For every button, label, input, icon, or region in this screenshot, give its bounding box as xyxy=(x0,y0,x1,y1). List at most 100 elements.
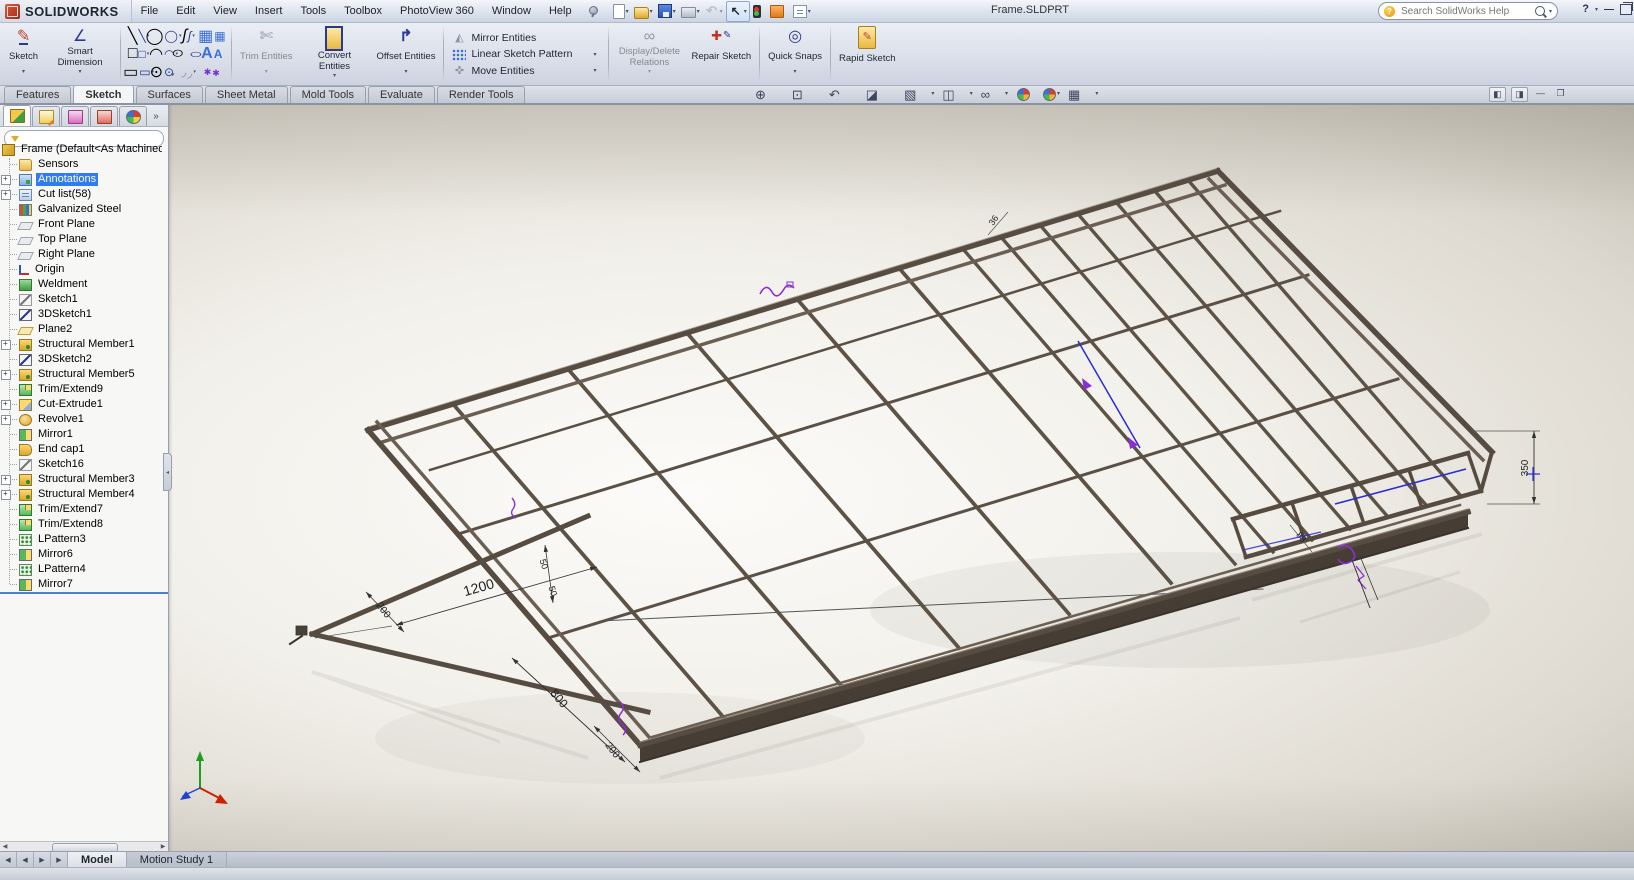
tree-item-mirror1[interactable]: Mirror1 xyxy=(0,427,162,442)
tab-features[interactable]: Features xyxy=(4,86,71,103)
tab-nav-button[interactable]: ◀ xyxy=(0,852,17,868)
slot-tool[interactable]: ▾ xyxy=(126,63,151,81)
new-document-button[interactable]: ▾ xyxy=(611,2,631,21)
tab-surfaces[interactable]: Surfaces xyxy=(136,86,203,103)
point-tool[interactable]: ▾ xyxy=(201,63,226,81)
zoom-to-area-icon[interactable]: ⊡ ▾ xyxy=(792,88,821,101)
sketch-fillet-tool[interactable]: ▾ xyxy=(176,63,201,81)
expand-icon[interactable] xyxy=(1,370,11,380)
panel-tabs-overflow[interactable]: » xyxy=(148,107,164,126)
tree-item-plane2[interactable]: Plane2 xyxy=(0,322,162,337)
tree-item-galvanized-steel[interactable]: Galvanized Steel xyxy=(0,202,162,217)
help-button[interactable]: ? xyxy=(1582,3,1589,15)
file-properties-button[interactable]: ▾ xyxy=(768,2,790,21)
pane-left-icon[interactable]: ◧ xyxy=(1489,87,1506,102)
tree-item-sensors[interactable]: Sensors xyxy=(0,157,162,172)
apply-scene-icon[interactable]: ▾ xyxy=(1042,88,1060,101)
dropdown-caret-icon[interactable]: ▾ xyxy=(673,8,676,15)
tree-item-lpattern3[interactable]: LPattern3 xyxy=(0,532,162,547)
tab-nav-button[interactable]: ▶ xyxy=(51,852,68,868)
rectangle-tool[interactable]: ▾ xyxy=(126,45,151,63)
ellipse-tool[interactable]: ▾ xyxy=(171,45,206,63)
view-settings-icon[interactable]: ▦ ▾ xyxy=(1068,88,1098,101)
dropdown-caret-icon[interactable]: ▾ xyxy=(794,69,797,75)
tree-item-trim-extend7[interactable]: Trim/Extend7 xyxy=(0,502,162,517)
rebuild-button[interactable]: ▾ xyxy=(751,2,767,21)
tree-item-origin[interactable]: Origin xyxy=(0,262,162,277)
options-button[interactable]: ▾ xyxy=(791,2,813,21)
frame-model[interactable] xyxy=(290,168,1492,762)
minimize-button[interactable]: — xyxy=(1604,4,1614,15)
tab-evaluate[interactable]: Evaluate xyxy=(368,86,435,103)
motion-study-tab[interactable]: Motion Study 1 xyxy=(127,852,227,868)
dropdown-caret-icon[interactable]: ▾ xyxy=(79,69,82,75)
display-delete-relations-button[interactable]: ∞ Display/Delete Relations ▾ xyxy=(612,23,686,85)
dropdown-caret-icon[interactable]: ▾ xyxy=(333,73,336,79)
tree-item-cut-extrude1[interactable]: Cut-Extrude1 xyxy=(0,397,162,412)
help-dropdown-icon[interactable]: ▾ xyxy=(1595,6,1598,13)
tree-item-sketch1[interactable]: Sketch1 xyxy=(0,292,162,307)
circle-tool[interactable]: ▾ xyxy=(151,27,176,45)
menu-item[interactable]: Edit xyxy=(167,0,204,22)
dropdown-caret-icon[interactable]: ▾ xyxy=(970,91,973,97)
dimension-36[interactable]: 36 xyxy=(987,212,1008,235)
dimension-50-pair[interactable]: 50 50 xyxy=(538,545,560,603)
tree-item-end-cap1[interactable]: End cap1 xyxy=(0,442,162,457)
tree-item-weldment[interactable]: Weldment xyxy=(0,277,162,292)
tab-mold-tools[interactable]: Mold Tools xyxy=(290,86,366,103)
menu-item[interactable]: Insert xyxy=(246,0,292,22)
restore-doc-icon[interactable]: ❐ xyxy=(1553,87,1568,100)
model-tab[interactable]: Model xyxy=(68,852,127,868)
tree-item-right-plane[interactable]: Right Plane xyxy=(0,247,162,262)
dropdown-caret-icon[interactable]: ▾ xyxy=(1057,91,1060,97)
dropdown-caret-icon[interactable]: ▾ xyxy=(650,8,653,15)
expand-icon[interactable] xyxy=(1,415,11,425)
dropdown-caret-icon[interactable]: ▾ xyxy=(192,33,195,39)
tab-sheet-metal[interactable]: Sheet Metal xyxy=(205,86,288,103)
restore-button[interactable] xyxy=(1620,4,1632,15)
tree-item-3dsketch2[interactable]: 3DSketch2 xyxy=(0,352,162,367)
mirror-entities-button[interactable]: Mirror Entities ▾ xyxy=(452,32,600,44)
dropdown-caret-icon[interactable]: ▾ xyxy=(744,8,747,15)
offset-entities-button[interactable]: ↱ Offset Entities ▾ xyxy=(371,23,440,85)
featuremanager-tab[interactable] xyxy=(3,105,31,126)
tree-item-top-plane[interactable]: Top Plane xyxy=(0,232,162,247)
dropdown-caret-icon[interactable]: ▾ xyxy=(193,69,196,75)
graphics-area[interactable]: 1200 200 50 50 800 200 350 36 xyxy=(0,103,1634,852)
tree-item-structural-member5[interactable]: Structural Member5 xyxy=(0,367,162,382)
menu-item[interactable]: Tools xyxy=(291,0,335,22)
dropdown-caret-icon[interactable]: ▾ xyxy=(1095,91,1098,97)
menu-item[interactable]: File xyxy=(132,0,168,22)
tree-item-mirror7[interactable]: Mirror7 xyxy=(0,577,162,592)
tree-item-annotations[interactable]: Annotations xyxy=(0,172,162,187)
repair-sketch-button[interactable]: ✚ Repair Sketch xyxy=(686,23,756,85)
tab-nav-button[interactable]: ◀ xyxy=(17,852,34,868)
dropdown-caret-icon[interactable]: ▾ xyxy=(593,51,600,58)
configurationmanager-tab[interactable] xyxy=(61,106,89,126)
menu-item[interactable]: View xyxy=(204,0,246,22)
edit-appearance-icon[interactable]: ▾ xyxy=(1016,88,1034,101)
tree-item-sketch16[interactable]: Sketch16 xyxy=(0,457,162,472)
menu-item[interactable]: Window xyxy=(483,0,540,22)
rapid-sketch-button[interactable]: ✎ Rapid Sketch xyxy=(834,23,901,85)
expand-icon[interactable] xyxy=(1,490,11,500)
tab-render-tools[interactable]: Render Tools xyxy=(437,86,526,103)
print-button[interactable]: ▾ xyxy=(679,2,702,21)
linear-sketch-pattern-button[interactable]: Linear Sketch Pattern ▾ xyxy=(452,48,600,61)
tree-item-structural-member4[interactable]: Structural Member4 xyxy=(0,487,162,502)
expand-icon[interactable] xyxy=(1,175,11,185)
dimension-annotations[interactable]: 1200 200 50 50 800 200 350 36 xyxy=(315,212,1540,772)
tree-item-trim-extend8[interactable]: Trim/Extend8 xyxy=(0,517,162,532)
previous-view-icon[interactable]: ↶ ▾ xyxy=(829,88,858,101)
tree-item-trim-extend9[interactable]: Trim/Extend9 xyxy=(0,382,162,397)
pin-icon[interactable] xyxy=(587,5,599,17)
expand-icon[interactable] xyxy=(1,190,11,200)
propertymanager-tab[interactable] xyxy=(32,106,60,126)
view-orientation-icon[interactable]: ▧ ▾ xyxy=(904,88,934,101)
move-entities-button[interactable]: Move Entities ▾ xyxy=(452,65,600,77)
dropdown-caret-icon[interactable]: ▾ xyxy=(22,69,25,75)
dropdown-caret-icon[interactable]: ▾ xyxy=(808,8,811,15)
zoom-to-fit-icon[interactable]: ⊕ ▾ xyxy=(755,88,784,101)
panel-collapse-grip[interactable]: ◂ xyxy=(163,453,172,491)
dropdown-caret-icon[interactable]: ▾ xyxy=(931,91,934,97)
